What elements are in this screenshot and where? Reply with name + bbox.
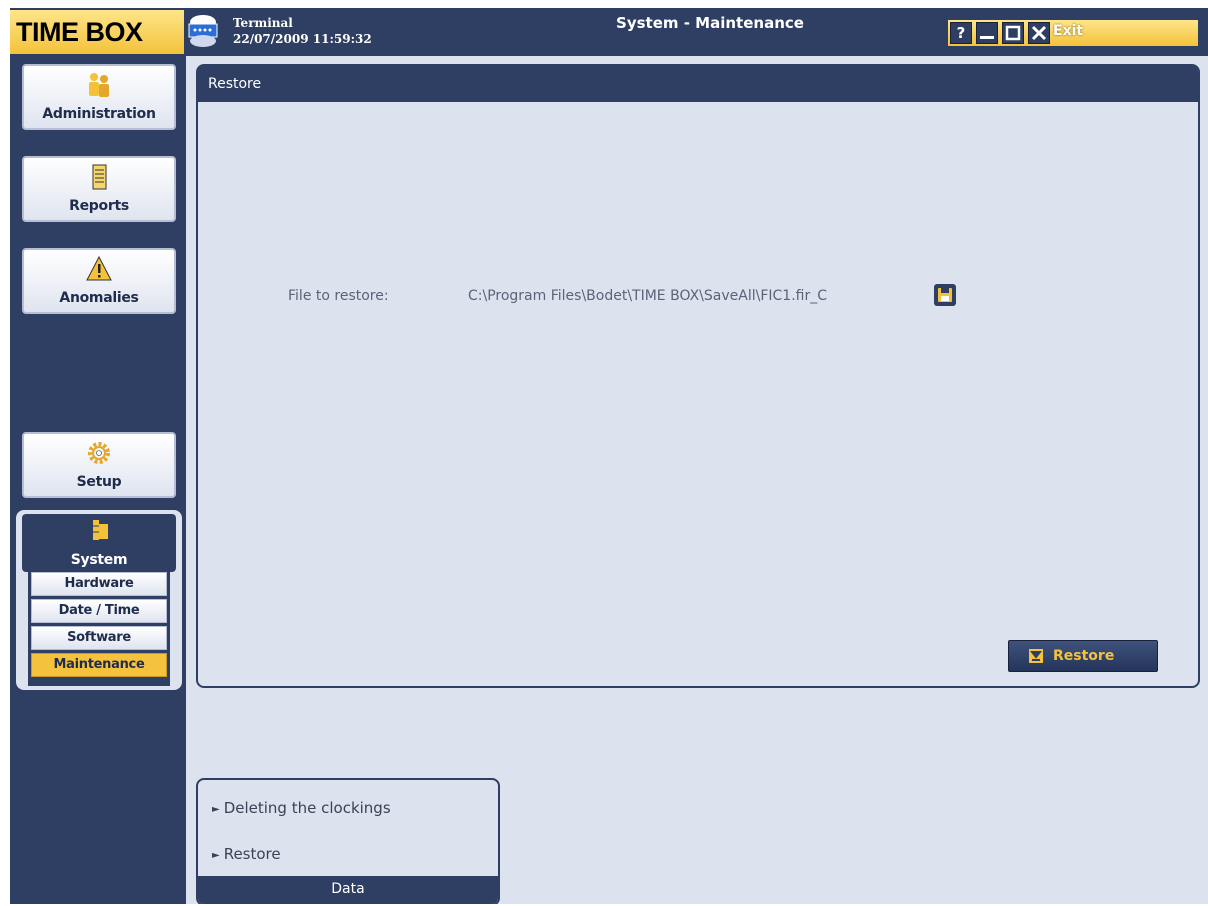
terminal-label: Terminal [233,16,293,30]
restore-link[interactable]: ► Restore [212,845,281,863]
close-icon [1031,25,1047,41]
link-label: Restore [223,845,281,863]
browse-file-button[interactable] [934,284,956,306]
sidebar-item-administration[interactable]: Administration [22,64,176,130]
deleting-clockings-link[interactable]: ► Deleting the clockings [212,799,391,817]
sidebar-item-label: Anomalies [59,290,139,306]
link-label: Deleting the clockings [223,799,391,817]
floppy-disk-icon [938,288,952,302]
window-controls: ? Exit [948,20,1198,46]
system-submenu: Hardware Date / Time Software Maintenanc… [28,570,170,686]
restore-button[interactable]: Restore [1008,640,1158,672]
sidebar-item-anomalies[interactable]: Anomalies [22,248,176,314]
terminal-icon [188,15,218,47]
app-window: TIME BOX Terminal 22/07/2009 11:59:32 Sy… [10,8,1208,904]
sidebar: Administration Reports Anomalies Setup S… [10,56,186,904]
title-bar: TIME BOX Terminal 22/07/2009 11:59:32 Sy… [10,8,1208,56]
sidebar-item-label: Reports [69,198,129,214]
sidebar-item-reports[interactable]: Reports [22,156,176,222]
arrow-right-icon: ► [212,850,220,861]
report-icon [92,164,107,190]
arrow-right-icon: ► [212,804,220,815]
sidebar-item-setup[interactable]: Setup [22,432,176,498]
users-icon [89,73,109,97]
submenu-item-maintenance[interactable]: Maintenance [31,653,167,677]
sidebar-item-label: Administration [42,106,156,122]
maximize-button[interactable] [1002,22,1024,44]
data-panel: ► Deleting the clockings ► Restore Data [196,778,500,904]
sidebar-item-label: System [70,552,128,568]
minimize-button[interactable] [976,22,998,44]
gear-icon [88,442,110,464]
help-button[interactable]: ? [950,22,972,44]
exit-button[interactable]: Exit [1053,23,1083,39]
data-panel-footer: Data [198,876,498,904]
submenu-item-date-time[interactable]: Date / Time [31,599,167,623]
warning-icon [86,256,112,281]
sidebar-item-label: Setup [76,474,122,490]
restore-panel: Restore File to restore: C:\Program File… [196,64,1200,688]
app-logo: TIME BOX [10,10,184,54]
close-button[interactable] [1028,22,1050,44]
submenu-item-software[interactable]: Software [31,626,167,650]
system-section: System Hardware Date / Time Software Mai… [16,510,182,690]
panel-title: Restore [198,66,1198,102]
file-to-restore-label: File to restore: [288,288,389,304]
window-title: System - Maintenance [616,14,804,32]
restore-icon [1029,649,1043,663]
minimize-icon [980,36,994,39]
submenu-item-hardware[interactable]: Hardware [31,572,167,596]
sidebar-item-system[interactable]: System [22,514,176,572]
help-icon: ? [956,24,966,42]
folder-tree-icon [93,520,108,540]
restore-button-label: Restore [1053,648,1115,664]
terminal-datetime: 22/07/2009 11:59:32 [233,32,372,46]
maximize-icon [1005,25,1021,41]
file-path-field[interactable]: C:\Program Files\Bodet\TIME BOX\SaveAll\… [468,288,930,304]
